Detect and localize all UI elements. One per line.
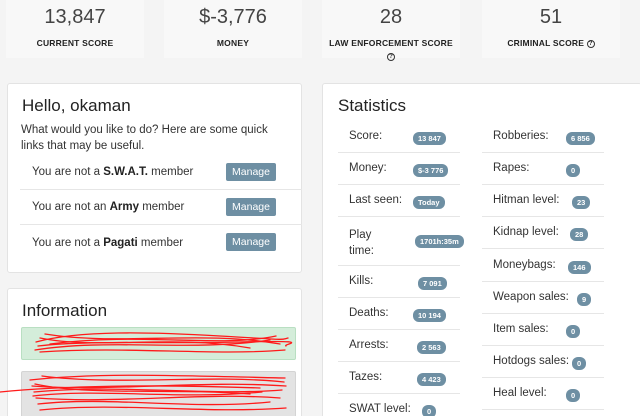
stat-value-badge: 9 (577, 293, 592, 306)
stat-row: Hotdogs sales: 0 (482, 346, 604, 378)
stat-row: Moneybags: 146 (482, 250, 604, 282)
stat-label: Arrests: (349, 339, 389, 351)
stat-row: Weapon sales: 9 (482, 282, 604, 314)
manage-pagati-button[interactable]: Manage (226, 233, 276, 251)
stat-label: Last seen: (349, 194, 403, 206)
stat-card-current-score: 13,847 CURRENT SCORE (6, 0, 144, 58)
stat-value-badge: 0 (572, 357, 587, 370)
help-icon[interactable]: ? (586, 39, 595, 48)
stat-value-badge: 0 (566, 389, 581, 402)
stat-label: MONEY (216, 38, 250, 48)
stat-label: CRIMINAL SCORE ? (482, 38, 620, 48)
stat-label: Hitman level: (493, 194, 560, 206)
stat-row: Heal level: 0 (482, 378, 604, 410)
stat-row: Rapes: 0 (482, 153, 604, 185)
stat-value-badge: 2 563 (417, 341, 446, 354)
stat-value-badge: $-3 776 (413, 164, 449, 177)
stat-row: Kidnap level: 28 (482, 217, 604, 249)
stat-label: CURRENT SCORE (36, 38, 114, 48)
stat-value-badge: Today (413, 196, 445, 209)
welcome-title: Hello, okaman (22, 96, 131, 115)
stat-label: Tazes: (349, 371, 383, 383)
stat-value-badge: 146 (568, 261, 591, 274)
stat-label: Weapon sales: (493, 291, 569, 303)
info-success-box (21, 327, 296, 360)
stat-row: Tazes: 4 423 (338, 362, 460, 394)
help-icon[interactable]: ? (387, 53, 395, 62)
stat-row: Item sales: 0 (482, 314, 604, 346)
stat-label: SWAT level: (349, 403, 411, 415)
stat-value-badge: 7 091 (418, 277, 447, 290)
stat-card-criminal-score: 51 CRIMINAL SCORE ? (482, 0, 620, 58)
group-name: Army (109, 201, 139, 213)
stat-row: Deaths: 10 194 (338, 298, 460, 330)
stat-row: Arrests: 2 563 (338, 330, 460, 362)
stat-row: Kills: 7 091 (338, 266, 460, 298)
welcome-panel: Hello, okaman What would you like to do?… (7, 83, 302, 273)
stat-value-badge: 0 (566, 325, 581, 338)
stat-row: Money: $-3 776 (338, 153, 460, 185)
stat-value-badge: 13 847 (413, 132, 446, 145)
stat-value-badge: 28 (570, 228, 589, 241)
stat-card-money: $-3,776 MONEY (164, 0, 302, 58)
stat-label: Robberies: (493, 130, 549, 142)
group-name: Pagati (103, 236, 138, 249)
membership-row-swat: You are not a S.W.A.T. member Manage (20, 155, 302, 190)
stat-value-badge: 0 (422, 405, 437, 416)
information-panel: Information (7, 288, 302, 416)
stat-value: 51 (539, 6, 563, 28)
stat-value-badge: 4 423 (417, 373, 446, 386)
stat-label: Kills: (349, 275, 374, 287)
membership-row-army: You are not an Army member Manage (20, 190, 302, 225)
stat-label: LAW ENFORCEMENT SCORE (329, 38, 453, 48)
stat-label: Item sales: (493, 323, 549, 335)
information-title: Information (22, 301, 108, 320)
welcome-intro: What would you like to do? Here are some… (21, 124, 268, 152)
info-grey-box (21, 371, 296, 416)
stat-label: Play time: (349, 229, 374, 257)
manage-army-button[interactable]: Manage (226, 198, 276, 216)
stat-row: Robberies: 6 856 (482, 121, 604, 153)
stat-label: Score: (349, 130, 383, 142)
manage-swat-button[interactable]: Manage (226, 163, 276, 181)
stat-row: Hitman level: 23 (482, 185, 604, 217)
stat-label: Hotdogs sales: (493, 355, 570, 367)
stat-value: 13,847 (44, 6, 106, 28)
stat-card-law-enforcement-score: 28 LAW ENFORCEMENT SCORE ? (322, 0, 460, 62)
stat-value-badge: 10 194 (413, 309, 446, 322)
stat-label: Moneybags: (493, 259, 556, 271)
stat-row: Score: 13 847 (338, 121, 460, 153)
stat-row: Play time: 1701h:35m (338, 217, 464, 266)
stat-label: Heal level: (493, 387, 547, 399)
stat-label: Kidnap level: (493, 226, 559, 238)
group-name: S.W.A.T. (103, 166, 148, 178)
stat-value-badge: 1701h:35m (415, 235, 464, 248)
membership-row-pagati: You are not a Pagati member Manage (20, 225, 302, 260)
stat-value: $-3,776 (199, 6, 267, 28)
stat-label: Rapes: (493, 162, 530, 174)
stat-label-text: CRIMINAL SCORE (507, 38, 585, 48)
stat-label: Deaths: (349, 307, 389, 319)
statistics-title: Statistics (338, 96, 407, 115)
stat-label: Money: (349, 162, 387, 174)
stat-value-badge: 6 856 (566, 132, 595, 145)
stat-row: SWAT level: 0 (338, 394, 460, 416)
stat-value: 28 (379, 6, 403, 28)
stat-value-badge: 0 (566, 164, 581, 177)
stat-row: Last seen: Today (338, 185, 460, 217)
stat-value-badge: 23 (572, 196, 591, 209)
